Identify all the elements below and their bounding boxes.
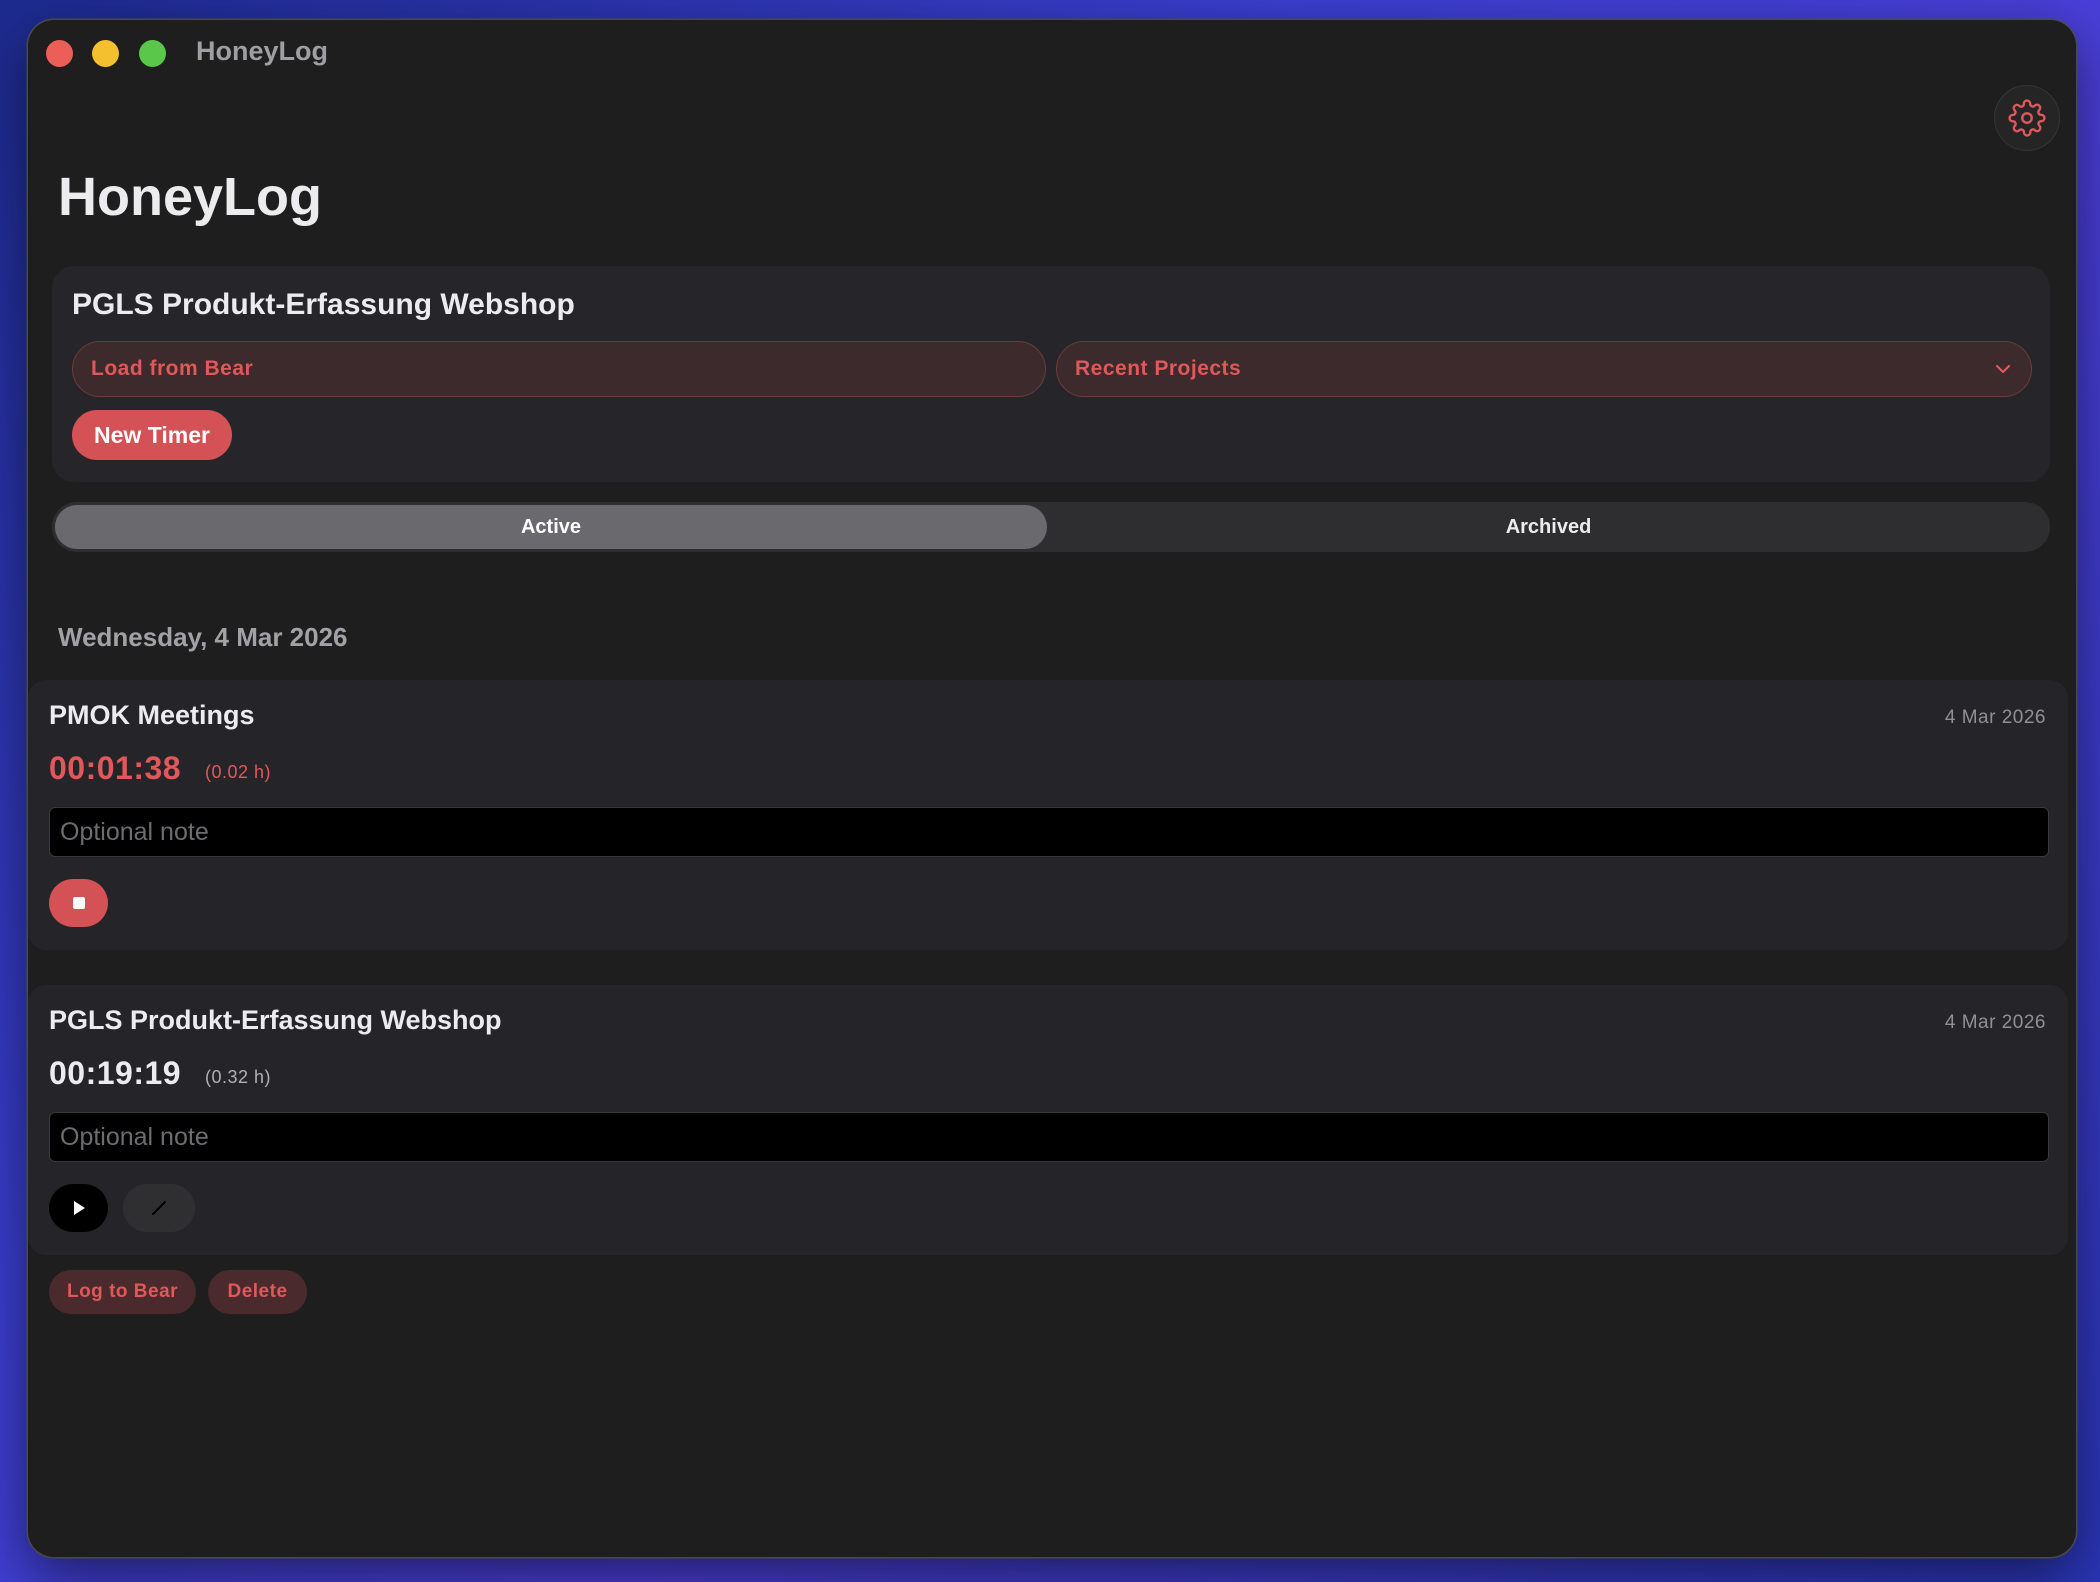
note-input[interactable] — [49, 807, 2049, 857]
current-project-title: PGLS Produkt-Erfassung Webshop — [72, 288, 575, 321]
tab-archived[interactable]: Archived — [1050, 505, 2047, 549]
play-button[interactable] — [49, 1184, 108, 1232]
stop-icon — [72, 897, 85, 909]
log-to-bear-button[interactable]: Log to Bear — [49, 1270, 196, 1314]
log-to-bear-label: Log to Bear — [66, 1281, 179, 1302]
timer-project-name: PMOK Meetings — [49, 700, 255, 730]
timer-date: 4 Mar 2026 — [1944, 1012, 2046, 1033]
timer-card: PMOK Meetings 4 Mar 2026 00:01:38 (0.02 … — [28, 680, 2068, 950]
pencil-icon — [152, 1201, 166, 1215]
timer-date: 4 Mar 2026 — [1944, 707, 2046, 728]
timer-elapsed: 00:19:19 — [49, 1055, 182, 1091]
timer-hours: (0.02 h) — [205, 762, 272, 782]
load-from-bear-button[interactable]: Load from Bear — [72, 341, 1046, 397]
note-input[interactable] — [49, 1112, 2049, 1162]
gear-icon — [2008, 99, 2046, 137]
new-timer-label: New Timer — [94, 421, 210, 448]
minimize-window-button[interactable] — [92, 40, 119, 67]
close-window-button[interactable] — [46, 40, 73, 67]
status-segmented-control: Active Archived — [52, 502, 2050, 552]
recent-projects-dropdown[interactable]: Recent Projects — [1056, 341, 2032, 397]
day-heading: Wednesday, 4 Mar 2026 — [58, 622, 348, 652]
timer-project-name: PGLS Produkt-Erfassung Webshop — [49, 1005, 502, 1035]
play-icon — [73, 1201, 85, 1215]
page-title: HoneyLog — [58, 167, 322, 227]
tab-active[interactable]: Active — [55, 505, 1047, 549]
new-timer-button[interactable]: New Timer — [72, 410, 232, 460]
delete-label: Delete — [227, 1281, 288, 1302]
tab-archived-label: Archived — [1505, 515, 1592, 538]
stop-button[interactable] — [49, 879, 108, 927]
app-window: HoneyLog HoneyLog PGLS Produkt-Erfassung… — [28, 20, 2076, 1557]
delete-button[interactable]: Delete — [208, 1270, 307, 1314]
settings-button[interactable] — [1994, 85, 2060, 151]
timer-card: PGLS Produkt-Erfassung Webshop 4 Mar 202… — [28, 985, 2068, 1255]
project-panel: PGLS Produkt-Erfassung Webshop Load from… — [52, 266, 2050, 482]
window-title: HoneyLog — [196, 36, 328, 66]
load-from-bear-label: Load from Bear — [91, 357, 254, 380]
timer-elapsed: 00:01:38 — [49, 750, 182, 786]
tab-active-label: Active — [520, 515, 582, 538]
chevron-down-icon — [1995, 364, 2011, 374]
edit-button[interactable] — [123, 1184, 195, 1232]
timer-hours: (0.32 h) — [205, 1067, 272, 1087]
recent-projects-label: Recent Projects — [1075, 357, 1242, 380]
zoom-window-button[interactable] — [139, 40, 166, 67]
